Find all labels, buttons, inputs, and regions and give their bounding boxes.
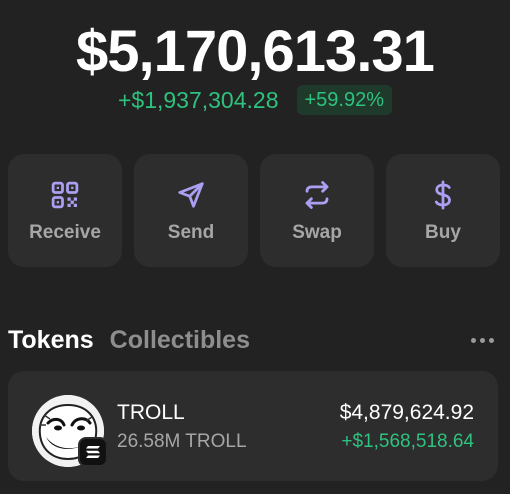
tab-collectibles[interactable]: Collectibles xyxy=(110,326,250,355)
token-change: +$1,568,518.64 xyxy=(341,431,474,452)
send-icon xyxy=(174,178,208,212)
more-options-icon[interactable] xyxy=(471,337,500,343)
send-label: Send xyxy=(167,221,215,243)
buy-label: Buy xyxy=(425,221,461,243)
change-percent-badge: +59.92% xyxy=(296,85,393,115)
token-amount: 26.58M TROLL xyxy=(117,431,247,452)
send-button[interactable]: Send xyxy=(134,154,248,267)
swap-label: Swap xyxy=(292,221,342,243)
swap-icon xyxy=(300,178,334,212)
token-row-troll[interactable]: TROLL 26.58M TROLL $4,879,624.92 +$1,568… xyxy=(8,371,498,481)
swap-button[interactable]: Swap xyxy=(260,154,374,267)
action-bar: Receive Send Swap Buy xyxy=(8,154,500,267)
qr-code-icon xyxy=(48,178,82,212)
asset-tabs: Tokens Collectibles xyxy=(8,322,500,358)
buy-button[interactable]: Buy xyxy=(386,154,500,267)
receive-label: Receive xyxy=(29,221,101,243)
token-value: $4,879,624.92 xyxy=(339,401,474,424)
token-name: TROLL xyxy=(117,401,185,424)
wallet-screen: $5,170,613.31 +$1,937,304.28 +59.92% Rec… xyxy=(0,0,510,494)
change-amount: +$1,937,304.28 xyxy=(117,87,279,113)
solana-chain-icon xyxy=(78,437,108,467)
tab-tokens[interactable]: Tokens xyxy=(8,326,94,355)
portfolio-balance: $5,170,613.31 xyxy=(76,19,435,84)
dollar-icon xyxy=(426,178,460,212)
portfolio-change: +$1,937,304.28 +59.92% xyxy=(0,84,510,116)
receive-button[interactable]: Receive xyxy=(8,154,122,267)
